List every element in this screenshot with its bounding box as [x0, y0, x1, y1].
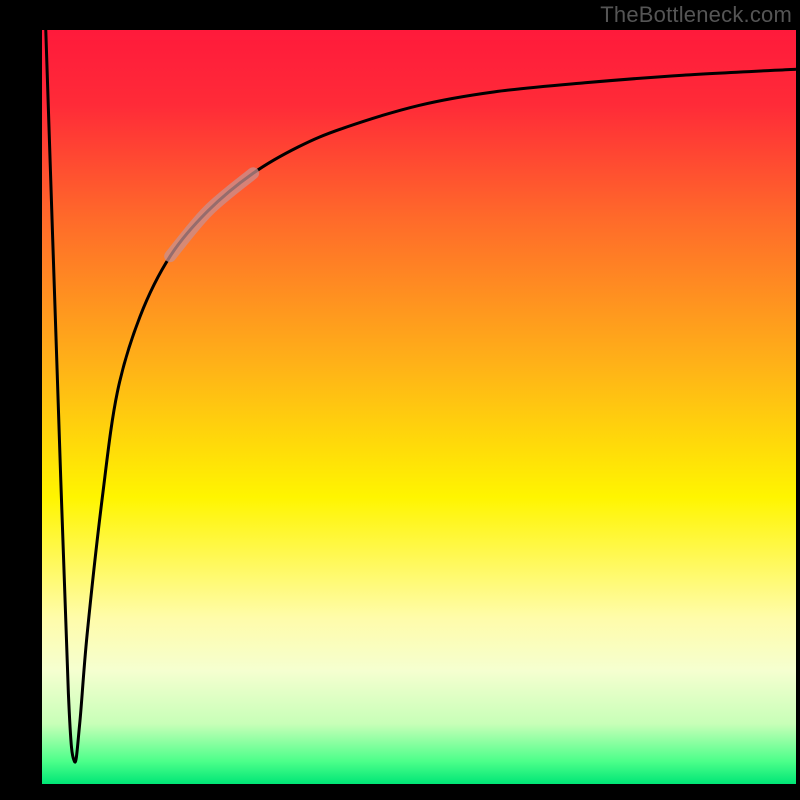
plot-area [42, 30, 796, 784]
gradient-background [42, 30, 796, 784]
watermark-text: TheBottleneck.com [600, 2, 792, 28]
chart-svg [42, 30, 796, 784]
chart-frame: TheBottleneck.com [0, 0, 800, 800]
